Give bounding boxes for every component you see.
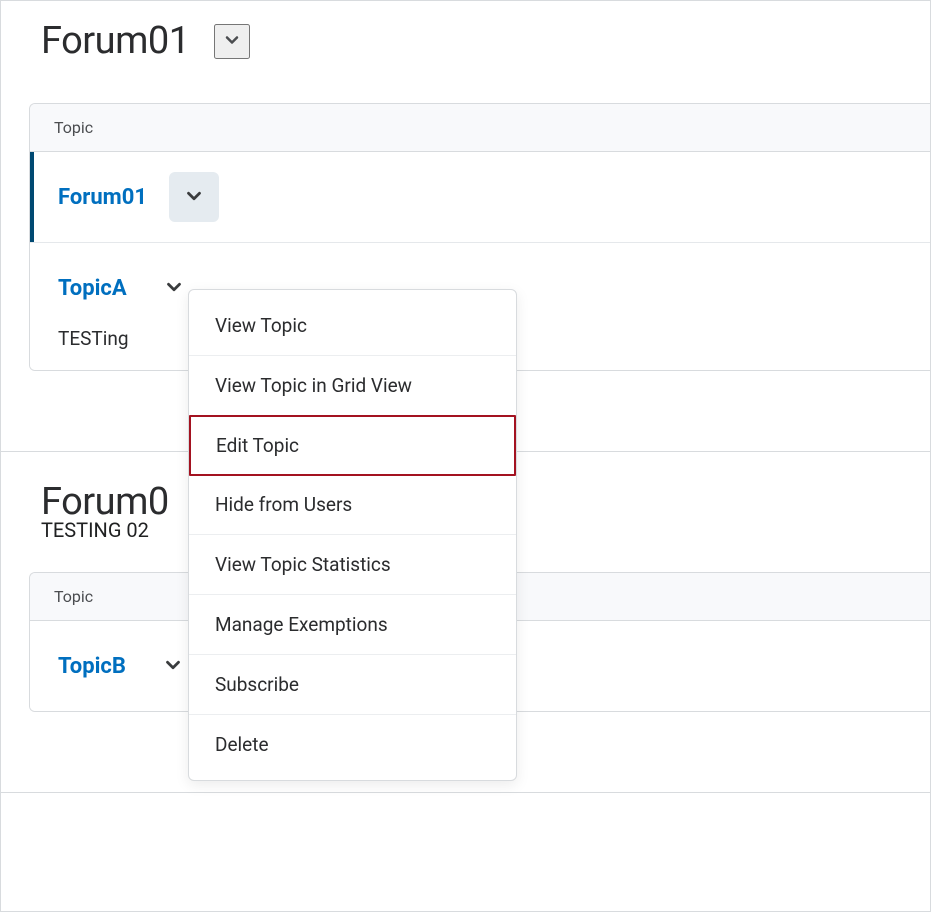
topic-link-topica[interactable]: TopicA [58,276,127,301]
topic-row-main: Forum01 [58,172,910,222]
menu-item-manage-exemptions[interactable]: Manage Exemptions [189,595,516,655]
chevron-down-icon [183,185,205,210]
menu-item-hide-users[interactable]: Hide from Users [189,475,516,535]
menu-item-edit-topic[interactable]: Edit Topic [189,415,516,476]
section-divider-2 [1,792,930,793]
menu-item-subscribe[interactable]: Subscribe [189,655,516,715]
chevron-down-icon [222,30,242,53]
topic-link-forum01[interactable]: Forum01 [58,185,147,210]
topic-context-menu: View Topic View Topic in Grid View Edit … [188,289,517,781]
menu-item-view-grid[interactable]: View Topic in Grid View [189,356,516,416]
topic-link-topicb[interactable]: TopicB [58,654,126,679]
forum-title-1: Forum01 [41,19,190,63]
topic-row-forum01: Forum01 [30,152,930,243]
forum-header-1: Forum01 [1,1,930,103]
page-container: Forum01 Topic Forum01 [1,1,930,911]
chevron-down-icon [162,654,184,679]
menu-item-view-stats[interactable]: View Topic Statistics [189,535,516,595]
topic-dropdown-button-forum01[interactable] [169,172,219,222]
menu-item-delete[interactable]: Delete [189,715,516,774]
chevron-down-icon [163,276,185,301]
topic-table-header-1: Topic [30,104,930,152]
menu-item-view-topic[interactable]: View Topic [189,296,516,356]
forum-dropdown-button-1[interactable] [214,24,250,59]
